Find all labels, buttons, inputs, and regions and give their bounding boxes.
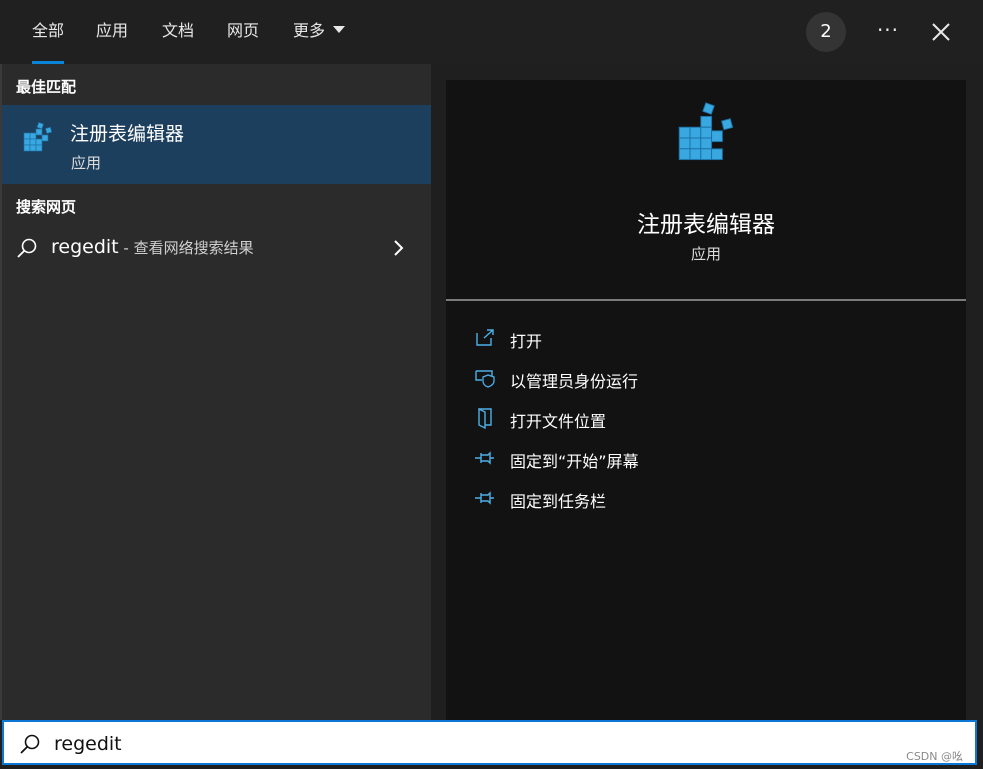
tab-all[interactable]: 全部 — [32, 0, 65, 64]
tab-documents[interactable]: 文档 — [162, 0, 194, 64]
tab-web[interactable]: 网页 — [227, 0, 259, 64]
registry-editor-icon — [23, 122, 53, 152]
shield-icon — [475, 370, 495, 388]
panel-edge — [0, 64, 2, 720]
web-separator: - — [118, 239, 134, 257]
search-box[interactable]: CSDN @吆 — [2, 720, 977, 765]
best-match-title: 注册表编辑器 — [70, 123, 185, 145]
action-pin-to-start[interactable]: 固定到“开始”屏幕 — [474, 442, 944, 474]
detail-card: 注册表编辑器 应用 打开 以管理员身份运行 打开文件位置 固定到“开始”屏幕 固… — [446, 80, 966, 720]
results-panel: 最佳匹配 注册表编辑器 应用 搜索网页 regedit - 查看网络搜索结果 — [0, 64, 431, 720]
caret-down-icon — [333, 26, 346, 33]
action-pin-to-taskbar-label: 固定到任务栏 — [510, 492, 607, 511]
pin-icon — [475, 451, 494, 465]
watermark: CSDN @吆 — [906, 750, 963, 763]
tab-more[interactable]: 更多 — [293, 0, 346, 64]
action-open[interactable]: 打开 — [474, 322, 944, 354]
pin-icon — [475, 491, 494, 505]
close-icon — [932, 23, 950, 41]
open-icon — [476, 329, 494, 346]
action-pin-to-start-label: 固定到“开始”屏幕 — [510, 452, 639, 471]
action-pin-to-taskbar[interactable]: 固定到任务栏 — [474, 482, 944, 514]
detail-panel: 注册表编辑器 应用 打开 以管理员身份运行 打开文件位置 固定到“开始”屏幕 固… — [431, 64, 983, 720]
tab-apps[interactable]: 应用 — [96, 0, 128, 64]
best-match-item[interactable]: 注册表编辑器 应用 — [0, 105, 431, 184]
registry-editor-large-icon — [678, 102, 734, 161]
search-icon — [17, 238, 37, 258]
action-open-file-location[interactable]: 打开文件位置 — [474, 402, 944, 434]
folder-icon — [478, 407, 492, 429]
search-icon — [20, 734, 40, 754]
action-open-label: 打开 — [510, 332, 543, 351]
best-match-subtitle: 应用 — [71, 154, 102, 172]
search-input[interactable] — [52, 728, 756, 760]
more-options-button[interactable]: ··· — [868, 12, 908, 52]
action-open-file-location-label: 打开文件位置 — [510, 412, 607, 431]
web-description: 查看网络搜索结果 — [133, 239, 254, 257]
web-search-result[interactable]: regedit - 查看网络搜索结果 — [0, 226, 431, 270]
top-bar: 全部 应用 文档 网页 更多 2 ··· — [0, 0, 983, 64]
action-run-as-admin-label: 以管理员身份运行 — [510, 372, 639, 391]
web-search-heading: 搜索网页 — [16, 198, 77, 216]
chevron-right-icon[interactable] — [391, 238, 407, 258]
detail-title: 注册表编辑器 — [637, 212, 775, 238]
divider — [446, 299, 966, 301]
close-button[interactable] — [921, 12, 961, 52]
detail-subtitle: 应用 — [690, 245, 721, 263]
best-match-heading: 最佳匹配 — [16, 78, 77, 96]
action-run-as-admin[interactable]: 以管理员身份运行 — [474, 362, 944, 394]
rewards-badge[interactable]: 2 — [806, 12, 846, 52]
web-query: regedit — [51, 236, 119, 258]
